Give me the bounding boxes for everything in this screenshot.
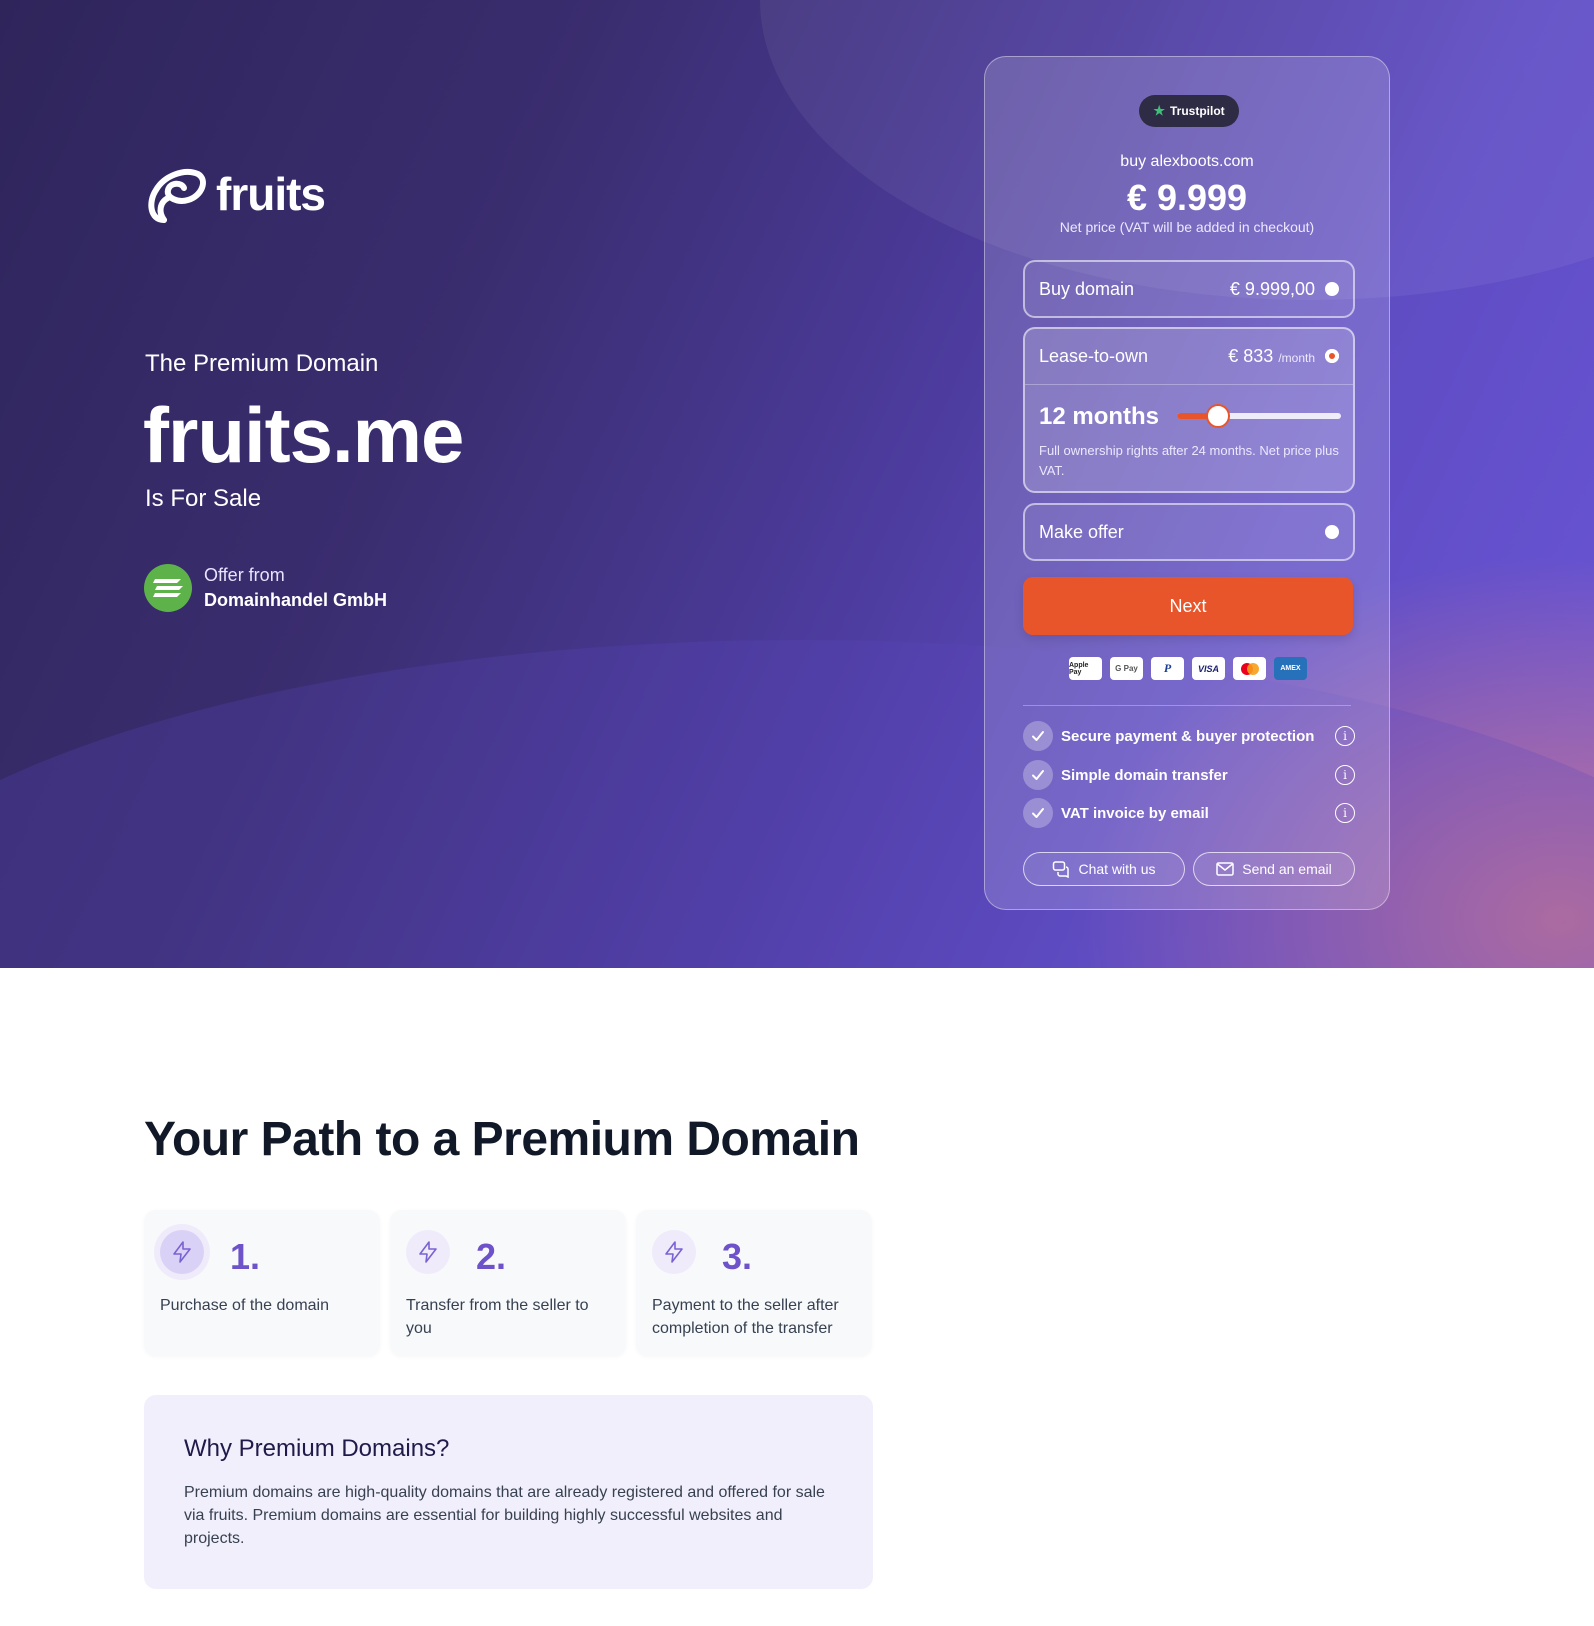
hero-domain-name: fruits.me: [143, 391, 464, 479]
option-lease-radio[interactable]: [1325, 349, 1339, 363]
option-lease-amount-wrap: € 833 /month: [1228, 346, 1315, 367]
buy-domain-line: buy alexboots.com: [1120, 153, 1254, 170]
chat-icon: [1053, 861, 1070, 878]
google-pay-icon: G Pay: [1110, 657, 1143, 680]
feature-label: VAT invoice by email: [1061, 804, 1209, 822]
lease-duration-slider[interactable]: [1177, 404, 1341, 428]
net-price-note: Net price (VAT will be added in checkout…: [1059, 219, 1315, 235]
chat-label: Chat with us: [1078, 861, 1156, 877]
star-icon: ★: [1153, 103, 1165, 118]
check-icon: [1023, 721, 1053, 751]
email-label: Send an email: [1242, 861, 1332, 877]
option-offer-radio[interactable]: [1325, 525, 1339, 539]
step-card-1: 1. Purchase of the domain: [144, 1210, 380, 1356]
mastercard-icon: [1233, 657, 1266, 680]
lightning-icon: [160, 1230, 204, 1274]
option-buy-amount: € 9.999,00: [1229, 279, 1315, 299]
chat-button[interactable]: Chat with us: [1023, 852, 1185, 886]
hero-subtitle: The Premium Domain: [145, 350, 379, 377]
feature-vat-invoice: VAT invoice by email i: [1023, 798, 1355, 828]
email-button[interactable]: Send an email: [1193, 852, 1355, 886]
domain-price: € 9.999: [1126, 177, 1248, 218]
path-heading: Your Path to a Premium Domain: [144, 1113, 860, 1166]
step-number: 1.: [230, 1236, 261, 1277]
option-offer-label: Make offer: [1039, 522, 1124, 542]
seller-logo-icon: [153, 579, 183, 597]
why-premium-box: Why Premium Domains? Premium domains are…: [144, 1395, 873, 1589]
feature-secure-payment: Secure payment & buyer protection i: [1023, 721, 1355, 751]
hero-section: fruits The Premium Domain fruits.me Is F…: [0, 0, 1594, 968]
step-description: Payment to the seller after completion o…: [652, 1297, 839, 1337]
mail-icon: [1216, 862, 1234, 876]
trustpilot-label: Trustpilot: [1169, 104, 1225, 118]
option-buy-radio[interactable]: [1325, 282, 1339, 296]
step-card-2: 2. Transfer from the seller to you: [390, 1210, 626, 1356]
step-card-3: 3. Payment to the seller after completio…: [636, 1210, 872, 1356]
card-divider: [1023, 705, 1351, 706]
feature-label: Secure payment & buyer protection: [1061, 727, 1315, 745]
option-lease-to-own[interactable]: Lease-to-own € 833 /month 12 months Full…: [1023, 327, 1355, 493]
lease-divider: [1025, 384, 1353, 385]
step-description: Transfer from the seller to you: [406, 1297, 589, 1337]
purchase-card: ★ Trustpilot buy alexboots.com € 9.999 N…: [984, 56, 1390, 910]
payment-methods: Apple Pay G Pay P VISA AMEX: [1069, 657, 1307, 680]
option-buy-domain[interactable]: Buy domain € 9.999,00: [1023, 260, 1355, 318]
apple-pay-icon: Apple Pay: [1069, 657, 1102, 680]
feature-domain-transfer: Simple domain transfer i: [1023, 760, 1355, 790]
paypal-icon: P: [1151, 657, 1184, 680]
info-icon[interactable]: i: [1335, 803, 1355, 823]
seller-avatar: [144, 564, 192, 612]
lightning-icon: [406, 1230, 450, 1274]
option-lease-amount: € 833: [1228, 346, 1274, 366]
lightning-icon: [652, 1230, 696, 1274]
amex-icon: AMEX: [1274, 657, 1307, 680]
option-buy-label: Buy domain: [1039, 279, 1135, 299]
fruits-logo-icon: [148, 169, 206, 223]
hero-for-sale: Is For Sale: [145, 485, 262, 512]
visa-icon: VISA: [1192, 657, 1225, 680]
next-button[interactable]: Next: [1023, 577, 1353, 635]
option-lease-label: Lease-to-own: [1039, 346, 1149, 366]
info-icon[interactable]: i: [1335, 765, 1355, 785]
brand-logo[interactable]: fruits: [144, 162, 326, 226]
lease-slider-handle[interactable]: [1206, 404, 1230, 428]
check-icon: [1023, 798, 1053, 828]
option-make-offer[interactable]: Make offer: [1023, 503, 1355, 561]
offer-from-label: Offer from: [204, 565, 285, 585]
why-body: Premium domains are high-quality domains…: [184, 1484, 825, 1547]
why-title: Why Premium Domains?: [184, 1435, 450, 1462]
lease-months-label: 12 months: [1039, 403, 1160, 430]
info-icon[interactable]: i: [1335, 726, 1355, 746]
option-lease-unit: /month: [1278, 351, 1315, 365]
step-description: Purchase of the domain: [160, 1297, 329, 1314]
feature-label: Simple domain transfer: [1061, 766, 1228, 784]
lease-note: Full ownership rights after 24 months. N…: [1039, 443, 1339, 478]
step-number: 3.: [722, 1236, 753, 1277]
seller-company[interactable]: Domainhandel GmbH: [204, 590, 387, 611]
trustpilot-badge[interactable]: ★ Trustpilot: [1139, 95, 1239, 127]
seller-info: Offer from Domainhandel GmbH: [144, 564, 387, 612]
brand-name: fruits: [216, 168, 326, 220]
check-icon: [1023, 760, 1053, 790]
step-number: 2.: [476, 1236, 507, 1277]
